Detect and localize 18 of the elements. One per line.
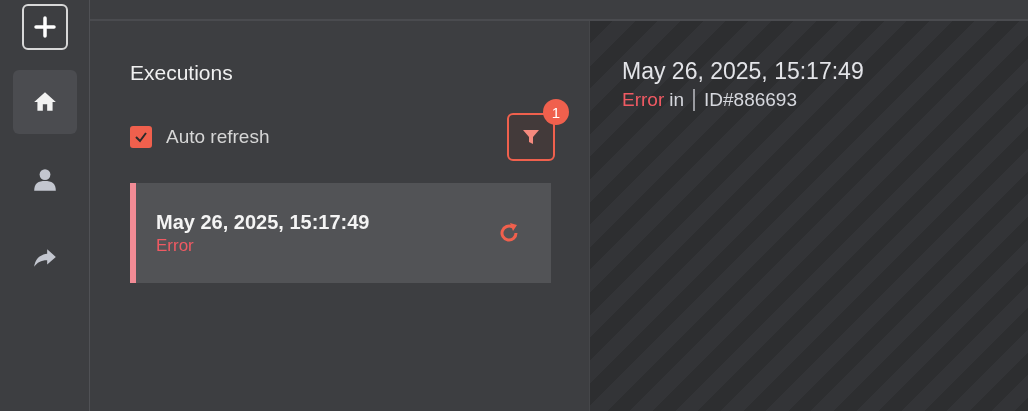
- execution-item[interactable]: May 26, 2025, 15:17:49 Error: [130, 183, 551, 283]
- execution-status: Error: [156, 235, 194, 256]
- execution-status: Error: [622, 89, 665, 111]
- execution-time: May 26, 2025, 15:17:49: [156, 210, 370, 234]
- checkbox-label: Auto refresh: [166, 126, 270, 148]
- checkbox[interactable]: [130, 126, 152, 148]
- filter-button[interactable]: [507, 113, 555, 161]
- nav-item[interactable]: [12, 70, 77, 134]
- filter-icon: [521, 127, 541, 147]
- panel-title: Executions: [130, 61, 233, 85]
- plus-icon: [33, 16, 56, 38]
- add-button[interactable]: [21, 4, 68, 50]
- count-badge: 1: [543, 99, 569, 125]
- context-label: in: [669, 89, 685, 111]
- person-icon: [31, 167, 58, 193]
- execution-id: ID#886693: [704, 89, 797, 111]
- execution-time: May 26, 2025, 15:17:49: [622, 58, 864, 85]
- checkmark-icon: [134, 130, 148, 144]
